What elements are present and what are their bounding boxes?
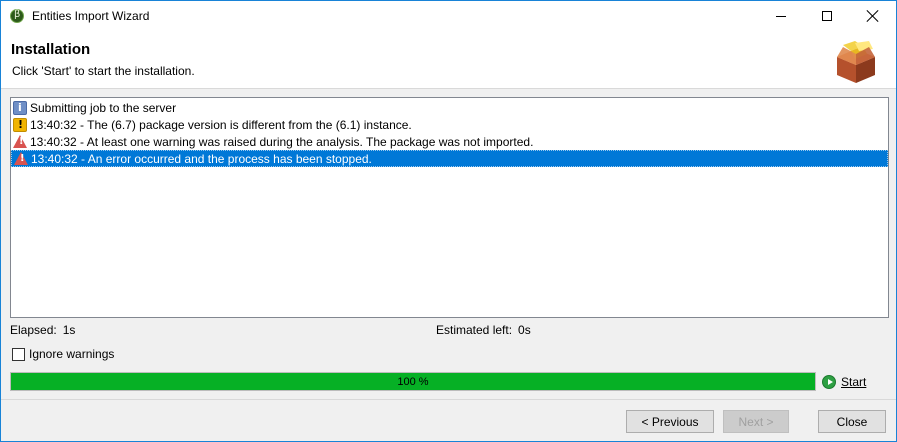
ignore-warnings-label[interactable]: Ignore warnings	[29, 347, 114, 361]
ignore-warnings-checkbox[interactable]	[12, 348, 25, 361]
minimize-icon	[776, 15, 786, 17]
error-icon: !	[14, 152, 28, 165]
log-entry[interactable]: Submitting job to the server	[11, 99, 888, 116]
next-button[interactable]: Next >	[723, 410, 789, 433]
progress-bar: 100 %	[10, 372, 816, 391]
error-icon: !	[13, 135, 27, 148]
previous-button[interactable]: < Previous	[626, 410, 714, 433]
log-entry[interactable]: 13:40:32 - The (6.7) package version is …	[11, 116, 888, 133]
close-button[interactable]: Close	[818, 410, 886, 433]
title-bar: Entities Import Wizard	[1, 1, 896, 31]
estimated-value: 0s	[518, 323, 531, 337]
log-entry-text: 13:40:32 - At least one warning was rais…	[30, 134, 534, 149]
window-title: Entities Import Wizard	[32, 9, 150, 23]
log-entry-text: 13:40:32 - An error occurred and the pro…	[31, 151, 372, 166]
elapsed-label: Elapsed:	[10, 323, 57, 337]
page-title: Installation	[11, 41, 91, 58]
elapsed-stat: Elapsed: 1s	[10, 323, 75, 337]
page-subtitle: Click 'Start' to start the installation.	[12, 64, 195, 78]
progress-text: 100 %	[397, 375, 429, 388]
estimated-label: Estimated left:	[436, 323, 513, 337]
maximize-icon	[822, 11, 832, 21]
package-icon	[837, 41, 875, 83]
close-window-button[interactable]	[850, 1, 896, 31]
log-entry-text: 13:40:32 - The (6.7) package version is …	[30, 117, 412, 132]
info-icon	[13, 100, 27, 115]
close-icon	[867, 10, 879, 22]
wizard-window: Entities Import Wizard Installation Clic…	[0, 0, 897, 442]
elapsed-value: 1s	[62, 323, 76, 337]
log-entry[interactable]: ! 13:40:32 - At least one warning was ra…	[11, 133, 888, 150]
app-icon	[10, 9, 24, 23]
wizard-header: Installation Click 'Start' to start the …	[1, 31, 896, 89]
log-entry-text: Submitting job to the server	[30, 100, 177, 115]
minimize-button[interactable]	[758, 1, 804, 31]
log-list[interactable]: Submitting job to the server 13:40:32 - …	[10, 97, 889, 318]
footer-divider	[1, 399, 896, 400]
log-entry-selected[interactable]: ! 13:40:32 - An error occurred and the p…	[11, 150, 888, 167]
start-link[interactable]: Start	[841, 375, 866, 389]
estimated-stat: Estimated left: 0s	[436, 323, 531, 337]
play-circle-icon[interactable]	[822, 375, 836, 389]
maximize-button[interactable]	[804, 1, 850, 31]
warning-icon	[13, 117, 27, 132]
